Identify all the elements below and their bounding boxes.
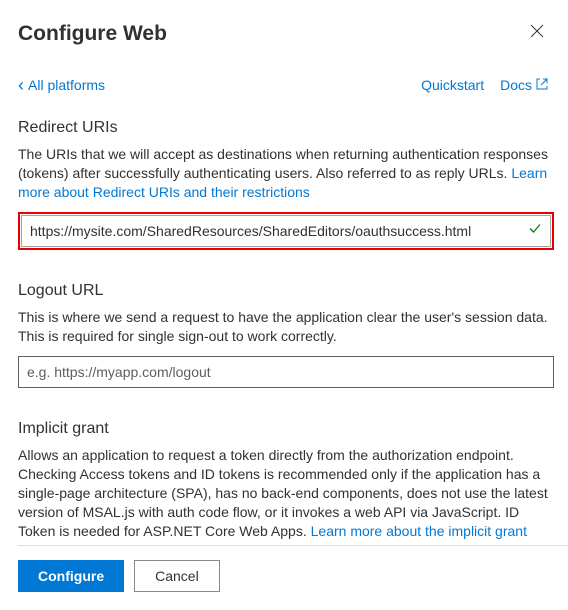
configure-button[interactable]: Configure (18, 560, 124, 592)
logout-url-input[interactable] (18, 356, 554, 388)
logout-heading: Logout URL (18, 282, 554, 300)
docs-link[interactable]: Docs (500, 77, 548, 93)
docs-link-label: Docs (500, 77, 532, 93)
redirect-uri-input[interactable] (21, 215, 551, 247)
back-all-platforms-link[interactable]: All platforms (18, 77, 105, 93)
page-title: Configure Web (18, 22, 167, 46)
close-button[interactable] (524, 18, 550, 49)
quickstart-link[interactable]: Quickstart (421, 77, 484, 93)
external-link-icon (536, 77, 548, 93)
logout-description: This is where we send a request to have … (18, 308, 554, 346)
content-scroll[interactable]: Redirect URIs The URIs that we will acce… (18, 119, 568, 545)
implicit-heading: Implicit grant (18, 420, 554, 438)
redirect-description: The URIs that we will accept as destinat… (18, 145, 554, 202)
close-icon (530, 25, 544, 42)
checkmark-icon (528, 222, 542, 241)
redirect-heading: Redirect URIs (18, 119, 554, 137)
implicit-description: Allows an application to request a token… (18, 446, 554, 545)
cancel-button[interactable]: Cancel (134, 560, 220, 592)
